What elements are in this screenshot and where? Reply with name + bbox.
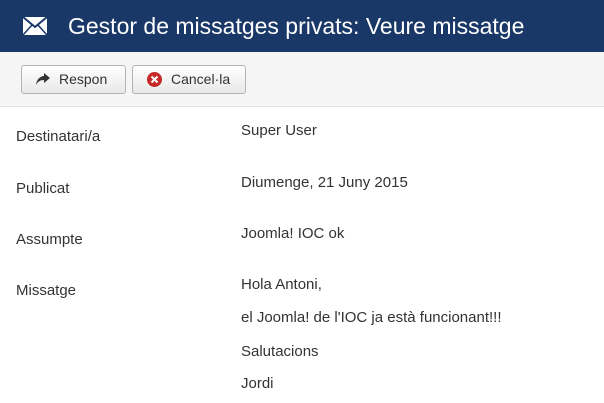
cancel-button[interactable]: Cancel·la [132, 64, 246, 94]
published-label: Publicat [16, 180, 70, 197]
page-header: Gestor de missatges privats: Veure missa… [0, 0, 604, 52]
recipient-label: Destinatari/a [16, 128, 101, 145]
cancel-circle-icon [147, 71, 162, 87]
subject-label: Assumpte [16, 231, 83, 248]
subject-value: Joomla! IOC ok [241, 225, 345, 242]
message-body-line: Salutacions [241, 343, 319, 360]
toolbar: Respon Cancel·la [0, 52, 604, 107]
message-body-line: el Joomla! de l'IOC ja està funcionant!!… [241, 309, 502, 326]
message-label: Missatge [16, 282, 77, 299]
cancel-button-label: Cancel·la [171, 71, 231, 87]
message-body-line: Hola Antoni, [241, 276, 322, 293]
page-title: Gestor de missatges privats: Veure missa… [68, 12, 525, 39]
reply-button-label: Respon [59, 71, 108, 87]
envelope-icon [23, 17, 47, 35]
reply-button[interactable]: Respon [21, 64, 126, 94]
published-value: Diumenge, 21 Juny 2015 [241, 174, 408, 191]
reply-arrow-icon [36, 72, 50, 86]
message-body-line: Jordi [241, 375, 274, 392]
recipient-value: Super User [241, 122, 317, 139]
